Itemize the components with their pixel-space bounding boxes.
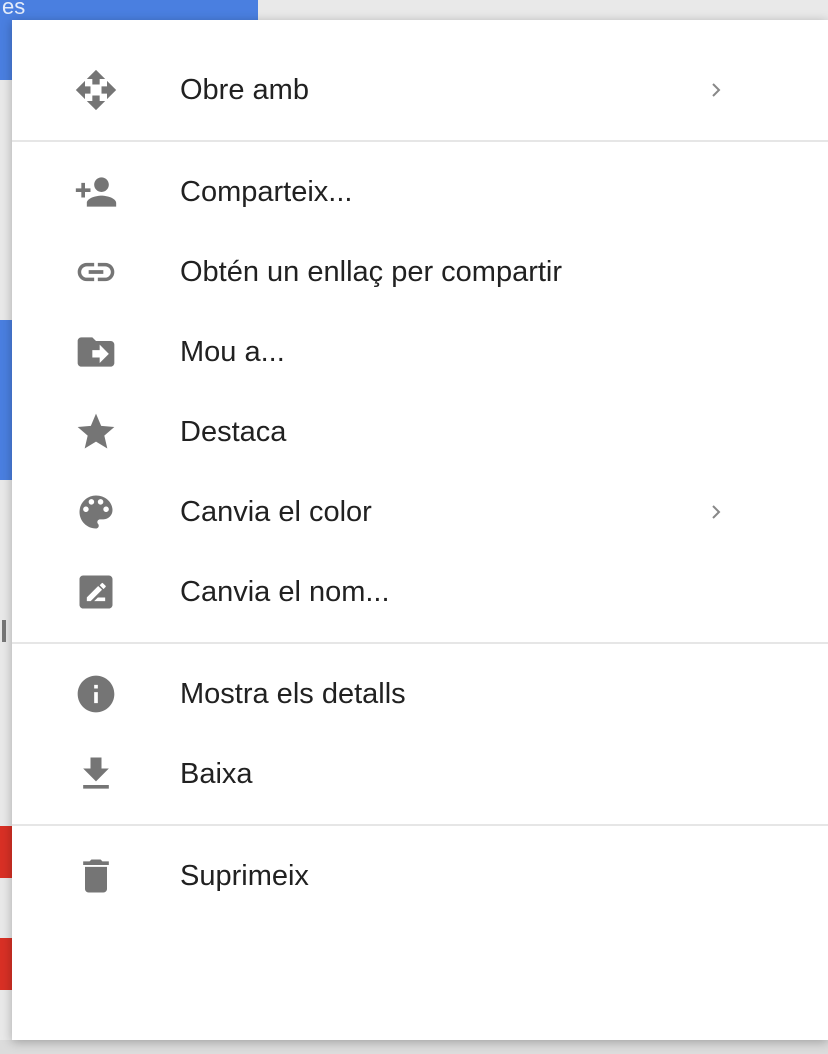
menu-item-label: Obtén un enllaç per compartir: [180, 255, 563, 288]
menu-item-move-to[interactable]: Mou a...: [12, 312, 828, 392]
menu-item-get-link[interactable]: Obtén un enllaç per compartir: [12, 232, 828, 312]
add-person-icon: [70, 166, 122, 218]
background-bottom-strip: [0, 1040, 828, 1054]
menu-item-change-color[interactable]: Canvia el color: [12, 472, 828, 552]
background-top-bar: es: [0, 0, 258, 20]
trash-icon: [70, 850, 122, 902]
menu-divider: [12, 140, 828, 142]
menu-item-label: Suprimeix: [180, 859, 309, 892]
menu-item-label: Canvia el color: [180, 495, 372, 528]
open-with-icon: [70, 64, 122, 116]
menu-item-label: Baixa: [180, 757, 253, 790]
move-to-folder-icon: [70, 326, 122, 378]
rename-icon: [70, 566, 122, 618]
menu-item-label: Mou a...: [180, 335, 285, 368]
link-icon: [70, 246, 122, 298]
download-icon: [70, 748, 122, 800]
menu-item-label: Destaca: [180, 415, 287, 448]
palette-icon: [70, 486, 122, 538]
menu-item-open-with[interactable]: Obre amb: [12, 50, 828, 130]
menu-item-star[interactable]: Destaca: [12, 392, 828, 472]
chevron-right-icon: [706, 80, 726, 100]
menu-divider: [12, 642, 828, 644]
menu-item-rename[interactable]: Canvia el nom...: [12, 552, 828, 632]
menu-item-label: Obre amb: [180, 73, 309, 106]
menu-item-show-details[interactable]: Mostra els detalls: [12, 654, 828, 734]
background-accent-red: [0, 826, 12, 878]
menu-item-download[interactable]: Baixa: [12, 734, 828, 814]
background-accent-red: [0, 938, 12, 990]
menu-item-delete[interactable]: Suprimeix: [12, 836, 828, 916]
menu-item-label: Mostra els detalls: [180, 677, 406, 710]
info-icon: [70, 668, 122, 720]
star-icon: [70, 406, 122, 458]
background-accent-blue: [0, 20, 12, 80]
background-top-bar-text: es: [2, 0, 26, 19]
chevron-right-icon: [706, 502, 726, 522]
menu-item-label: Canvia el nom...: [180, 575, 390, 608]
menu-divider: [12, 824, 828, 826]
background-mark: [2, 620, 6, 642]
context-menu: Obre amb Comparteix... Obtén un enllaç p…: [12, 20, 828, 1040]
background-accent-blue: [0, 320, 12, 480]
menu-item-share[interactable]: Comparteix...: [12, 152, 828, 232]
menu-item-label: Comparteix...: [180, 175, 353, 208]
